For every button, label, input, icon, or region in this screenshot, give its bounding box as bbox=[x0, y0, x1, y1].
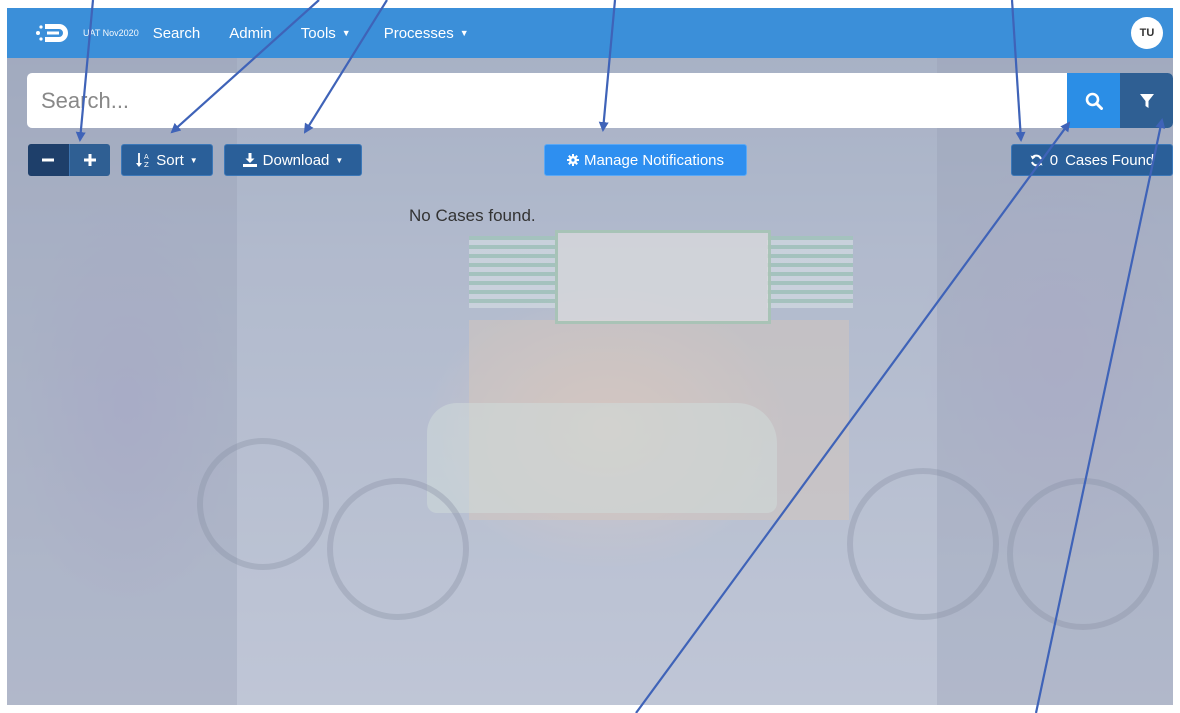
chevron-down-icon: ▼ bbox=[341, 28, 351, 38]
top-navbar: UAT Nov2020 Search Admin Tools ▼ Processe… bbox=[7, 8, 1173, 58]
environment-label: UAT Nov2020 bbox=[83, 28, 139, 38]
nav-processes[interactable]: Processes ▼ bbox=[384, 25, 469, 42]
cases-found-button[interactable]: 0 Cases Found bbox=[1011, 144, 1173, 176]
filter-button[interactable] bbox=[1120, 73, 1173, 128]
chevron-down-icon: ▼ bbox=[335, 155, 344, 165]
sort-button[interactable]: A Z Sort ▼ bbox=[121, 144, 213, 176]
search-icon bbox=[1085, 92, 1103, 110]
chevron-down-icon: ▼ bbox=[189, 155, 198, 165]
cases-count: 0 bbox=[1049, 151, 1059, 169]
nav-tools[interactable]: Tools ▼ bbox=[301, 25, 351, 42]
svg-text:Z: Z bbox=[144, 161, 149, 168]
download-button[interactable]: Download ▼ bbox=[224, 144, 362, 176]
sort-label: Sort bbox=[156, 151, 184, 169]
empty-results-message: No Cases found. bbox=[409, 206, 536, 225]
gear-icon bbox=[566, 154, 579, 166]
app-logo-icon[interactable] bbox=[35, 20, 69, 46]
manage-notifications-button[interactable]: Manage Notifications bbox=[544, 144, 747, 176]
download-label: Download bbox=[262, 151, 330, 169]
svg-text:A: A bbox=[144, 153, 149, 161]
zoom-in-button[interactable] bbox=[68, 144, 110, 176]
filter-icon bbox=[1139, 93, 1154, 108]
nav-search[interactable]: Search bbox=[153, 25, 201, 42]
plus-icon bbox=[83, 154, 96, 166]
user-avatar[interactable]: TU bbox=[1131, 17, 1163, 49]
refresh-icon bbox=[1030, 154, 1043, 166]
download-icon bbox=[242, 153, 257, 167]
minus-icon bbox=[42, 158, 55, 162]
cases-found-label: Cases Found bbox=[1065, 151, 1155, 169]
zoom-out-button[interactable] bbox=[28, 144, 69, 176]
sort-alpha-icon: A Z bbox=[136, 153, 149, 168]
manage-notifications-label: Manage Notifications bbox=[583, 151, 725, 169]
search-bar bbox=[27, 73, 1173, 128]
zoom-controls bbox=[28, 144, 110, 176]
nav-admin[interactable]: Admin bbox=[229, 25, 272, 42]
chevron-down-icon: ▼ bbox=[459, 28, 469, 38]
search-button[interactable] bbox=[1067, 73, 1120, 128]
search-input[interactable] bbox=[27, 73, 1067, 128]
